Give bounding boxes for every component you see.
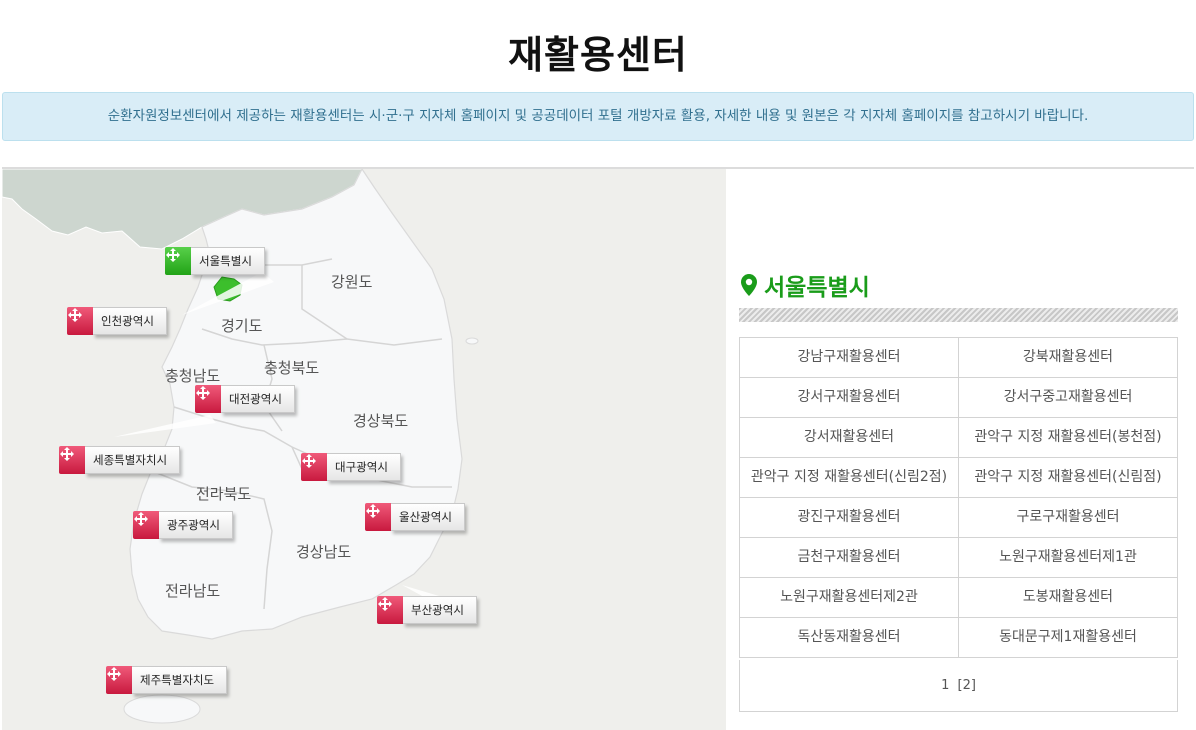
cross-arrows-icon (301, 453, 327, 481)
cross-arrows-icon (377, 596, 403, 624)
pagination: 1 [2] (739, 660, 1178, 712)
table-row: 강남구재활용센터 강북재활용센터 (739, 337, 1178, 378)
center-link[interactable]: 관악구 지정 재활용센터(신림2점) (739, 457, 959, 498)
center-link[interactable]: 강북재활용센터 (958, 337, 1178, 378)
table-row: 강서구재활용센터 강서구중고재활용센터 (739, 377, 1178, 418)
center-link[interactable]: 관악구 지정 재활용센터(신림점) (958, 457, 1178, 498)
pin-seoul[interactable]: 서울특별시 (165, 247, 265, 275)
centers-table: 강남구재활용센터 강북재활용센터 강서구재활용센터 강서구중고재활용센터 강서재… (739, 337, 1178, 658)
pin-gwangju[interactable]: 광주광역시 (133, 511, 233, 539)
pin-busan[interactable]: 부산광역시 (377, 596, 477, 624)
page-current: 1 (941, 678, 950, 693)
center-link[interactable]: 노원구재활용센터제2관 (739, 577, 959, 618)
center-link[interactable]: 동대문구제1재활용센터 (958, 617, 1178, 658)
hatch-divider (739, 308, 1178, 322)
cross-arrows-icon (195, 385, 221, 413)
region-chungbuk: 충청북도 (264, 359, 320, 377)
center-link[interactable]: 관악구 지정 재활용센터(봉천점) (958, 417, 1178, 458)
table-row: 노원구재활용센터제2관 도봉재활용센터 (739, 577, 1178, 618)
page-title: 재활용센터 (508, 33, 688, 77)
region-gyeonggi: 경기도 (221, 317, 263, 335)
cross-arrows-icon (133, 511, 159, 539)
pin-label: 제주특별자치도 (132, 666, 228, 694)
selected-region-name: 서울특별시 (764, 275, 870, 301)
pin-daejeon[interactable]: 대전광역시 (195, 385, 295, 413)
korea-map: 강원도 경기도 충청북도 충청남도 경상북도 전라북도 경상남도 전라남도 서울… (2, 169, 726, 730)
cross-arrows-icon (165, 247, 191, 275)
location-pin-icon (741, 274, 757, 296)
table-row: 강서재활용센터 관악구 지정 재활용센터(봉천점) (739, 417, 1178, 458)
center-link[interactable]: 광진구재활용센터 (739, 497, 959, 538)
region-gangwon: 강원도 (331, 273, 373, 291)
pin-sejong[interactable]: 세종특별자치시 (59, 446, 181, 474)
page-2-link[interactable]: [2] (958, 678, 976, 693)
pin-label: 부산광역시 (403, 596, 477, 624)
pin-daegu[interactable]: 대구광역시 (301, 453, 401, 481)
table-row: 금천구재활용센터 노원구재활용센터제1관 (739, 537, 1178, 578)
center-link[interactable]: 도봉재활용센터 (958, 577, 1178, 618)
pin-label: 광주광역시 (159, 511, 233, 539)
region-jeonnam: 전라남도 (165, 582, 221, 600)
region-gyeongnam: 경상남도 (296, 543, 352, 561)
pin-label: 대구광역시 (327, 453, 401, 481)
center-link[interactable]: 강서재활용센터 (739, 417, 959, 458)
center-link[interactable]: 금천구재활용센터 (739, 537, 959, 578)
pin-label: 울산광역시 (391, 503, 465, 531)
region-chungnam: 충청남도 (165, 367, 221, 385)
pin-incheon[interactable]: 인천광역시 (67, 307, 167, 335)
pin-label: 인천광역시 (93, 307, 167, 335)
table-row: 관악구 지정 재활용센터(신림2점) 관악구 지정 재활용센터(신림점) (739, 457, 1178, 498)
cross-arrows-icon (59, 446, 85, 474)
center-link[interactable]: 노원구재활용센터제1관 (958, 537, 1178, 578)
region-jeonbuk: 전라북도 (196, 485, 252, 503)
pin-ulsan[interactable]: 울산광역시 (365, 503, 465, 531)
pin-label: 세종특별자치시 (85, 446, 181, 474)
pin-jeju[interactable]: 제주특별자치도 (106, 666, 228, 694)
cross-arrows-icon (67, 307, 93, 335)
selected-region-heading: 서울특별시 (740, 268, 870, 302)
region-gyeongbuk: 경상북도 (353, 412, 409, 430)
cross-arrows-icon (365, 503, 391, 531)
notice-banner: 순환자원정보센터에서 제공하는 재활용센터는 시·군·구 지자체 홈페이지 및 … (2, 92, 1194, 141)
table-row: 광진구재활용센터 구로구재활용센터 (739, 497, 1178, 538)
center-link[interactable]: 구로구재활용센터 (958, 497, 1178, 538)
pin-label: 대전광역시 (221, 385, 295, 413)
center-link[interactable]: 독산동재활용센터 (739, 617, 959, 658)
center-link[interactable]: 강서구재활용센터 (739, 377, 959, 418)
center-link[interactable]: 강서구중고재활용센터 (958, 377, 1178, 418)
center-link[interactable]: 강남구재활용센터 (739, 337, 959, 378)
table-row: 독산동재활용센터 동대문구제1재활용센터 (739, 617, 1178, 658)
cross-arrows-icon (106, 666, 132, 694)
pin-label: 서울특별시 (191, 247, 265, 275)
